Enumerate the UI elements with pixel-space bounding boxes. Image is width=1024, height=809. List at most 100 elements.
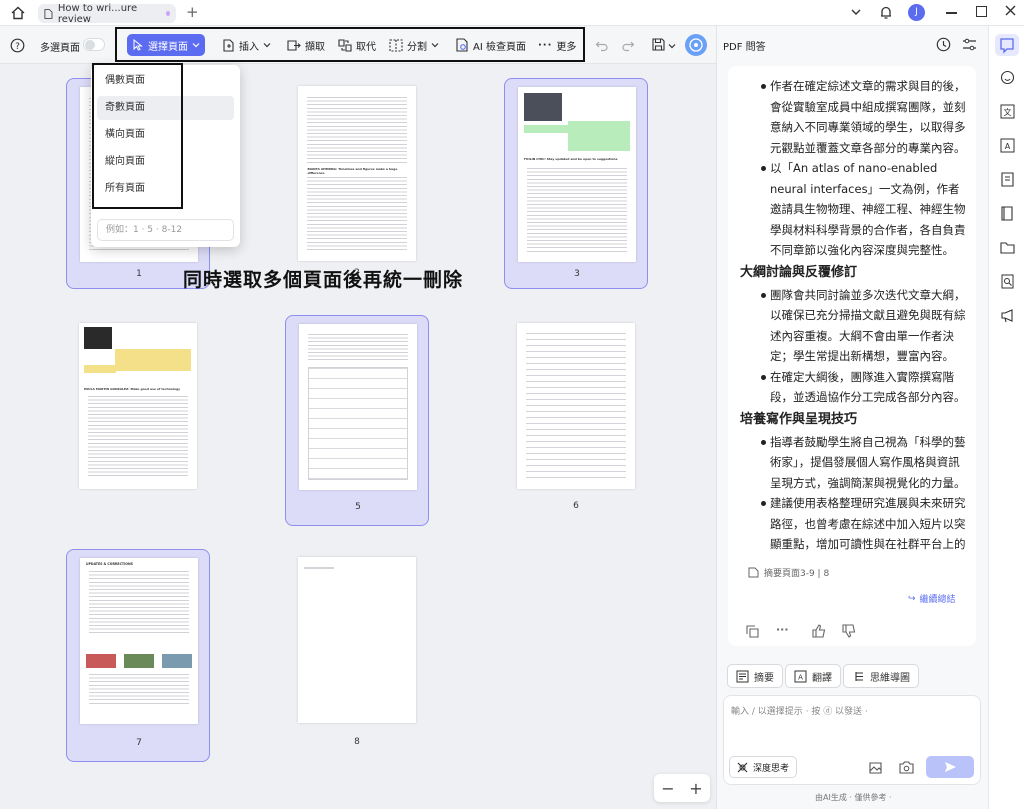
continue-summary-button[interactable]: ↪ 繼續總結 [908, 592, 956, 606]
chevron-down-icon [263, 43, 271, 48]
new-tab-icon[interactable]: + [186, 3, 199, 21]
pdf-qa-icon[interactable] [995, 34, 1019, 56]
answer-bullet: 作者在確定綜述文章的需求與目的後，會從實驗室成員中組成撰寫團隊，並刻意納入不同專… [740, 76, 968, 158]
send-button[interactable] [926, 756, 974, 778]
translate-icon[interactable]: 文 [1000, 104, 1015, 119]
page-thumbnail-8[interactable]: 8 [285, 549, 429, 762]
send-icon [945, 762, 956, 772]
page-thumbnail-6[interactable]: 6 [504, 315, 648, 526]
ai-assistant-icon[interactable] [685, 34, 707, 56]
summarize-label: 摘要 [754, 672, 774, 684]
thumbs-down-icon[interactable] [842, 624, 856, 638]
translate-icon: A [794, 670, 807, 682]
answer-heading: 培養寫作與呈現技巧 [740, 411, 858, 427]
extract-label: 擷取 [305, 41, 325, 53]
more-button[interactable]: ··· 更多 [538, 37, 576, 53]
page-thumbnail-4[interactable]: PAULA MARTIN GONZALEZ: Make good use of … [66, 315, 210, 526]
help-icon[interactable]: ? [10, 38, 25, 53]
right-icon-bar: 文 A [988, 26, 1024, 809]
answer-bullet: 在確定大綱後，團隊進入實際撰寫階段，並透過協作分工完成各部分內容。 [740, 367, 968, 408]
mindmap-chip[interactable]: 思維導圖 [843, 664, 919, 688]
page-number: 3 [574, 269, 580, 279]
answer-bullet: 指導者鼓勵學生將自己視為「科學的藝術家」，提倡發展個人寫作風格與資訊呈現方式，強… [740, 432, 968, 494]
translate-label: 翻譯 [812, 672, 832, 684]
folder-icon[interactable] [1000, 240, 1015, 255]
summarize-chip[interactable]: 摘要 [727, 664, 783, 688]
question-input[interactable]: 輸入 / 以選擇提示 · 按 ⓓ 以發送 · [731, 704, 868, 717]
annotation-caption: 同時選取多個頁面後再統一刪除 [183, 269, 464, 291]
continue-summary-label: 繼續總結 [919, 595, 956, 605]
minimize-icon[interactable] [946, 12, 957, 14]
avatar[interactable]: J [908, 4, 925, 21]
page-thumbnail-3[interactable]: FOILIN CHIU: Stay updated and be open to… [504, 78, 648, 289]
chevron-down-icon[interactable] [668, 42, 676, 50]
home-icon[interactable] [10, 5, 26, 21]
thumbs-up-icon[interactable] [812, 624, 826, 638]
select-pages-button[interactable]: 選擇頁面 [127, 34, 205, 56]
page-thumbnail-7[interactable]: UPDATES & CORRECTIONS 7 [66, 549, 210, 762]
answer-heading: 大綱討論與反覆修訂 [740, 264, 858, 280]
more-dots-icon[interactable]: ··· [776, 623, 789, 636]
search-doc-icon[interactable] [1000, 274, 1015, 289]
image-upload-icon[interactable] [869, 760, 884, 775]
notes-icon[interactable] [1000, 172, 1015, 187]
arrow-icon: ↪ [908, 593, 916, 604]
copy-icon[interactable] [746, 625, 759, 638]
more-dots-icon: ··· [538, 39, 553, 51]
history-icon[interactable] [936, 37, 951, 52]
page-toolbar: ? 多選頁面 選擇頁面 插入 擷取 取代 分割 AI 檢查頁面 ··· 更多 [0, 26, 716, 64]
insert-icon [223, 38, 234, 52]
mindmap-icon [855, 671, 863, 681]
summary-icon [736, 670, 749, 682]
page-number: 6 [573, 501, 579, 511]
replace-button[interactable]: 取代 [338, 37, 376, 53]
close-icon[interactable] [1004, 4, 1017, 17]
page-range-input[interactable]: 例如：1 · 5 · 8-12 [97, 219, 234, 241]
split-button[interactable]: 分割 [389, 37, 439, 53]
cursor-icon [133, 39, 143, 51]
translate-chip[interactable]: A 翻譯 [785, 664, 841, 688]
ai-check-pages-button[interactable]: AI 檢查頁面 [455, 37, 526, 53]
deep-think-button[interactable]: 深度思考 [729, 756, 798, 778]
zoom-in-icon[interactable]: + [689, 779, 702, 798]
insert-button[interactable]: 插入 [222, 37, 271, 53]
emoji-icon[interactable] [1000, 70, 1015, 85]
ai-disclaimer: 由AI生成 · 僅供參考 · [815, 793, 892, 802]
svg-text:A: A [1005, 142, 1011, 151]
extract-button[interactable]: 擷取 [287, 37, 325, 53]
bell-icon[interactable] [879, 5, 893, 20]
zoom-controls: − + [654, 774, 710, 802]
maximize-icon[interactable] [976, 6, 987, 17]
undo-icon[interactable] [595, 38, 609, 52]
chevron-down-icon[interactable] [850, 6, 862, 18]
zoom-out-icon[interactable]: − [661, 779, 674, 798]
split-icon [389, 38, 403, 52]
page-number: 7 [136, 738, 142, 748]
save-icon[interactable] [651, 37, 666, 52]
answer-bullet: 以「An atlas of nano-enabled neural interf… [740, 158, 968, 261]
summary-reference[interactable]: 摘要頁面3-9 | 8 [748, 566, 829, 579]
megaphone-icon[interactable] [1000, 308, 1015, 323]
page-thumbnail-2[interactable]: BIANTA AHMRNG: Timelines and figures mak… [285, 78, 429, 289]
mindmap-label: 思維導圖 [870, 672, 910, 684]
screenshot-icon[interactable] [899, 760, 914, 775]
settings-sliders-icon[interactable] [962, 37, 977, 52]
redo-icon[interactable] [621, 38, 635, 52]
book-icon[interactable] [1000, 206, 1015, 221]
multipage-toggle[interactable] [83, 38, 105, 51]
svg-text:A: A [798, 673, 803, 681]
annotation-menu-box [92, 63, 183, 209]
page-4-heading: PAULA MARTIN GONZALEZ: Make good use of … [84, 387, 181, 391]
document-tab[interactable]: How to wri...ure review [38, 3, 176, 25]
title-bar: How to wri...ure review + J [0, 0, 1024, 26]
question-input-box[interactable]: 輸入 / 以選擇提示 · 按 ⓓ 以發送 · 深度思考 [723, 695, 981, 785]
chevron-down-icon [192, 43, 200, 48]
deep-think-label: 深度思考 [753, 763, 790, 774]
document-icon [748, 567, 759, 578]
page-number: 8 [354, 737, 360, 747]
split-label: 分割 [407, 41, 427, 53]
brain-icon [737, 762, 748, 772]
grammar-icon[interactable]: A [1000, 138, 1015, 153]
page-thumbnail-5[interactable]: 5 [285, 315, 429, 526]
document-icon [44, 8, 53, 19]
